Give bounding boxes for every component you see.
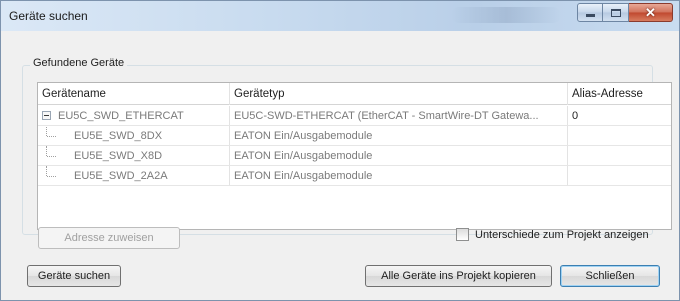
device-name-cell: EU5E_SWD_8DX — [38, 126, 230, 146]
device-name: EU5E_SWD_2A2A — [74, 170, 168, 182]
device-type-cell: EATON Ein/Ausgabemodule — [230, 126, 568, 146]
column-header-device-type[interactable]: Gerätetyp — [230, 83, 568, 105]
maximize-button[interactable] — [603, 3, 629, 22]
dialog-body: Gefundene Geräte Gerätename Gerätetyp Al… — [7, 31, 673, 296]
device-name-cell: EU5E_SWD_2A2A — [38, 166, 230, 186]
table-row[interactable]: EU5E_SWD_X8D EATON Ein/Ausgabemodule — [38, 146, 671, 166]
device-type-cell: EATON Ein/Ausgabemodule — [230, 146, 568, 166]
show-differences-checkbox[interactable] — [456, 228, 469, 241]
table-row[interactable]: EU5E_SWD_8DX EATON Ein/Ausgabemodule — [38, 126, 671, 146]
close-icon: ✕ — [645, 4, 656, 20]
device-type-cell: EATON Ein/Ausgabemodule — [230, 166, 568, 186]
tree-connector — [47, 176, 56, 177]
alias-address-cell[interactable] — [568, 146, 671, 166]
alias-address-cell[interactable] — [568, 126, 671, 146]
column-header-alias-address[interactable]: Alias-Adresse — [568, 83, 671, 105]
table-row[interactable]: EU5C_SWD_ETHERCAT EU5C-SWD-ETHERCAT (Eth… — [38, 106, 671, 126]
alias-address-cell[interactable] — [568, 166, 671, 186]
assign-address-button[interactable]: Adresse zuweisen — [38, 227, 180, 249]
tree-connector — [46, 166, 47, 176]
copy-all-devices-button[interactable]: Alle Geräte ins Projekt kopieren — [365, 265, 552, 287]
show-differences-option[interactable]: Unterschiede zum Projekt anzeigen — [456, 228, 649, 241]
collapse-icon[interactable] — [42, 111, 51, 120]
alias-address-cell[interactable]: 0 — [568, 106, 671, 126]
maximize-icon — [610, 8, 621, 17]
caption-buttons: ✕ — [577, 3, 673, 23]
close-window-button[interactable]: ✕ — [629, 3, 673, 22]
group-legend: Gefundene Geräte — [30, 57, 128, 69]
window-title: Geräte suchen — [9, 9, 88, 23]
device-name: EU5C_SWD_ETHERCAT — [58, 110, 184, 122]
tree-connector — [47, 156, 56, 157]
table-header: Gerätename Gerätetyp Alias-Adresse — [38, 83, 671, 105]
device-type-cell: EU5C-SWD-ETHERCAT (EtherCAT - SmartWire-… — [230, 106, 568, 126]
show-differences-label: Unterschiede zum Projekt anzeigen — [475, 228, 649, 241]
column-header-device-name[interactable]: Gerätename — [38, 83, 230, 105]
title-glass-glow — [451, 7, 561, 23]
close-button[interactable]: Schließen — [560, 265, 660, 287]
tree-connector — [47, 136, 56, 137]
minimize-icon — [585, 14, 595, 17]
device-name-cell: EU5C_SWD_ETHERCAT — [38, 106, 230, 126]
device-search-dialog: Geräte suchen ✕ Gefundene Geräte Geräten… — [0, 0, 680, 301]
device-name-cell: EU5E_SWD_X8D — [38, 146, 230, 166]
table-row[interactable]: EU5E_SWD_2A2A EATON Ein/Ausgabemodule — [38, 166, 671, 186]
device-name: EU5E_SWD_8DX — [74, 130, 163, 142]
title-bar[interactable]: Geräte suchen ✕ — [1, 1, 679, 31]
device-name: EU5E_SWD_X8D — [74, 150, 163, 162]
tree-connector — [46, 126, 47, 136]
minimize-button[interactable] — [577, 3, 603, 22]
devices-table: Gerätename Gerätetyp Alias-Adresse EU5C_… — [37, 82, 672, 230]
tree-connector — [46, 146, 47, 156]
search-devices-button[interactable]: Geräte suchen — [27, 265, 121, 287]
